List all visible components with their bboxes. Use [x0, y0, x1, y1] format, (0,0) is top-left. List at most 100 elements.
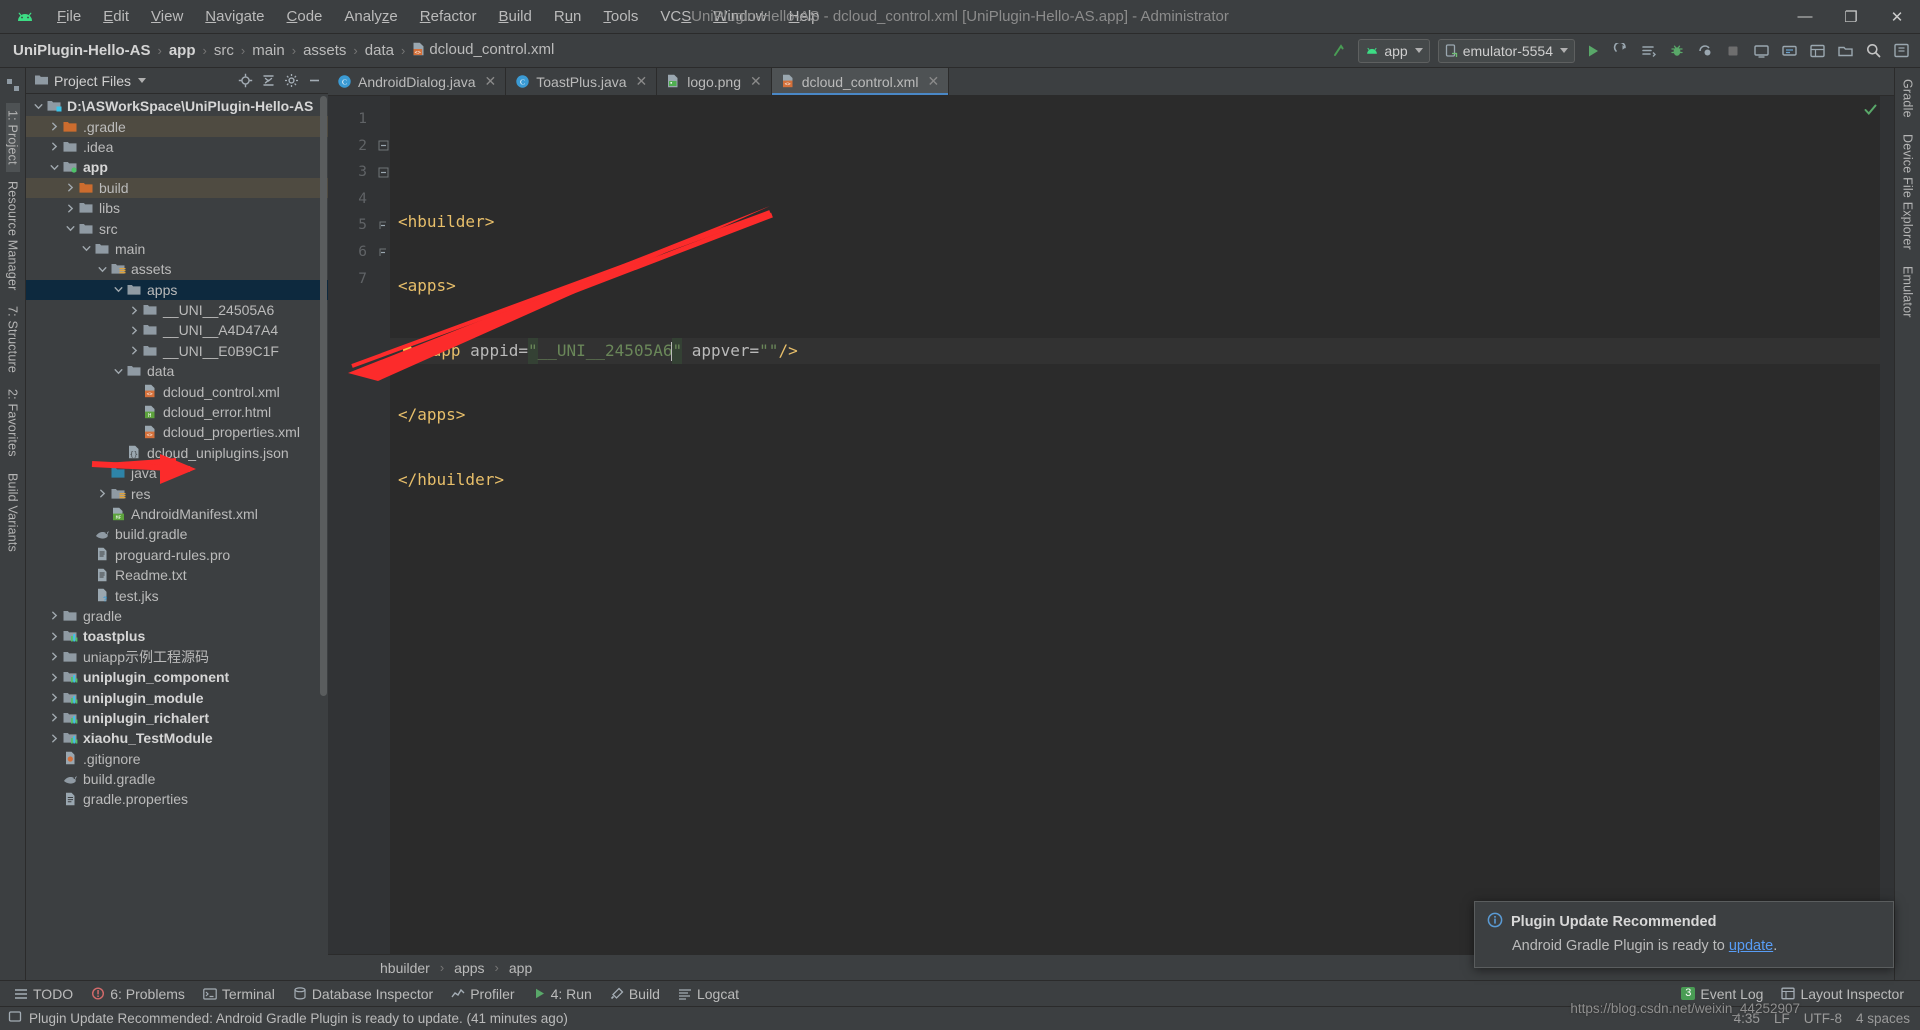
code-content[interactable]: <hbuilder> <apps> <app appid= " __UNI__245…: [390, 96, 1894, 954]
tree-node-proguard-rules-pro[interactable]: proguard-rules.pro: [26, 545, 328, 565]
tree-node-libs[interactable]: libs: [26, 198, 328, 218]
line-number-5[interactable]: 5: [328, 212, 376, 239]
error-stripe-marker[interactable]: [1880, 96, 1894, 954]
chevron-down-icon[interactable]: [96, 265, 109, 274]
line-number-7[interactable]: 7: [328, 266, 376, 293]
tool-window-4--run[interactable]: 4: Run: [525, 983, 600, 1005]
tool-window-logcat[interactable]: Logcat: [670, 983, 747, 1005]
tree-node-androidmanifest-xml[interactable]: MF AndroidManifest.xml: [26, 504, 328, 524]
chevron-down-icon[interactable]: [80, 244, 93, 253]
close-icon[interactable]: ✕: [927, 73, 939, 90]
file-encoding[interactable]: UTF-8: [1804, 1011, 1842, 1026]
make-project-icon[interactable]: [1327, 38, 1353, 64]
tree-node---uni--24505a6[interactable]: __UNI__24505A6: [26, 300, 328, 320]
breadcrumb-item-dcloud-control-xml[interactable]: <> dcloud_control.xml: [409, 39, 557, 62]
chevron-down-icon[interactable]: [112, 367, 125, 376]
chevron-right-icon[interactable]: [128, 326, 141, 335]
attach-debugger-icon[interactable]: [1692, 38, 1718, 64]
tree-node-toastplus[interactable]: toastplus: [26, 626, 328, 646]
chevron-down-icon[interactable]: [138, 78, 147, 83]
tree-node-uniplugin-module[interactable]: uniplugin_module: [26, 687, 328, 707]
breadcrumb-item-uniplugin-hello-as[interactable]: UniPlugin-Hello-AS: [10, 40, 154, 61]
fold-toggle-icon[interactable]: [376, 133, 390, 160]
chevron-right-icon[interactable]: [128, 306, 141, 315]
tree-node-src[interactable]: src: [26, 218, 328, 238]
chevron-down-icon[interactable]: [32, 102, 45, 111]
chevron-right-icon[interactable]: [48, 122, 61, 131]
tree-node-readme-txt[interactable]: Readme.txt: [26, 565, 328, 585]
rail-button-device-file-explorer[interactable]: Device File Explorer: [1901, 127, 1915, 257]
chevron-right-icon[interactable]: [48, 713, 61, 722]
tool-window-database-inspector[interactable]: Database Inspector: [285, 983, 441, 1005]
chevron-right-icon[interactable]: [96, 489, 109, 498]
tree-node-data[interactable]: data: [26, 361, 328, 381]
hide-panel-icon[interactable]: [304, 71, 324, 91]
debug-icon[interactable]: [1664, 38, 1690, 64]
run-icon[interactable]: [1580, 38, 1606, 64]
line-number-3[interactable]: 3: [328, 159, 376, 186]
close-icon[interactable]: ✕: [750, 73, 762, 90]
chevron-right-icon[interactable]: [48, 611, 61, 620]
menu-item-code[interactable]: Code: [276, 4, 334, 29]
menu-item-vcs[interactable]: VCS: [649, 4, 702, 29]
tree-node-gradle[interactable]: gradle: [26, 606, 328, 626]
tree-node-uniapp示例工程源码[interactable]: uniapp示例工程源码: [26, 647, 328, 667]
tree-node-res[interactable]: res: [26, 483, 328, 503]
chevron-right-icon[interactable]: [48, 142, 61, 151]
editor-breadcrumb-hbuilder[interactable]: hbuilder: [376, 959, 434, 977]
indent-setting[interactable]: 4 spaces: [1856, 1011, 1910, 1026]
rail-button-gradle[interactable]: Gradle: [1901, 72, 1915, 125]
line-number-4[interactable]: 4: [328, 186, 376, 213]
collapse-all-icon[interactable]: [258, 71, 278, 91]
sdk-manager-icon[interactable]: [1776, 38, 1802, 64]
notification-popup[interactable]: Plugin Update Recommended Android Gradle…: [1474, 901, 1894, 968]
code-folding-gutter[interactable]: [376, 96, 390, 954]
tree-node-dcloud-control-xml[interactable]: <> dcloud_control.xml: [26, 381, 328, 401]
project-structure-icon[interactable]: [6, 72, 20, 101]
breadcrumb-item-main[interactable]: main: [249, 40, 288, 61]
menu-item-build[interactable]: Build: [487, 4, 542, 29]
fold-toggle-icon[interactable]: [376, 159, 390, 186]
close-icon[interactable]: ✕: [636, 73, 648, 90]
tree-node---uni--e0b9c1f[interactable]: __UNI__E0B9C1F: [26, 341, 328, 361]
chevron-right-icon[interactable]: [48, 734, 61, 743]
intention-bulb-icon[interactable]: [398, 343, 416, 359]
tree-node-uniplugin-richalert[interactable]: uniplugin_richalert: [26, 708, 328, 728]
line-number-6[interactable]: 6: [328, 239, 376, 266]
menu-item-analyze[interactable]: Analyze: [333, 4, 408, 29]
code-editor[interactable]: 1234567 <hbuilder> <apps> <app appid= " __…: [328, 96, 1894, 954]
tree-node-dcloud-error-html[interactable]: Hdcloud_error.html: [26, 402, 328, 422]
breadcrumb-item-app[interactable]: app: [166, 40, 199, 61]
menu-item-file[interactable]: File: [46, 4, 92, 29]
maximize-button[interactable]: ❐: [1828, 0, 1874, 34]
fold-toggle-icon[interactable]: [376, 212, 390, 239]
device-file-explorer-icon[interactable]: [1832, 38, 1858, 64]
editor-tab-androiddialog-java[interactable]: C AndroidDialog.java ✕: [328, 68, 507, 95]
editor-breadcrumb-app[interactable]: app: [505, 959, 536, 977]
chevron-right-icon[interactable]: [64, 204, 77, 213]
tree-node--gitignore[interactable]: .gitignore: [26, 749, 328, 769]
run-configuration-selector[interactable]: app: [1358, 38, 1430, 63]
menu-item-tools[interactable]: Tools: [592, 4, 649, 29]
minimize-button[interactable]: —: [1782, 0, 1828, 34]
breadcrumb-item-assets[interactable]: assets: [300, 40, 349, 61]
settings-gear-icon[interactable]: [1888, 38, 1914, 64]
rail-button-1--project[interactable]: 1: Project: [5, 103, 20, 172]
tree-node-build-gradle[interactable]: build.gradle: [26, 524, 328, 544]
tree-node--idea[interactable]: .idea: [26, 137, 328, 157]
tree-node-dcloud-uniplugins-json[interactable]: {} dcloud_uniplugins.json: [26, 443, 328, 463]
locate-icon[interactable]: [235, 71, 255, 91]
apply-changes-icon[interactable]: [1608, 38, 1634, 64]
chevron-down-icon[interactable]: [64, 224, 77, 233]
tree-node-build[interactable]: build: [26, 177, 328, 198]
apply-code-changes-icon[interactable]: [1636, 38, 1662, 64]
tree-node-dcloud-properties-xml[interactable]: <> dcloud_properties.xml: [26, 422, 328, 442]
tree-node---uni--a4d47a4[interactable]: __UNI__A4D47A4: [26, 320, 328, 340]
fold-toggle-icon[interactable]: [376, 239, 390, 266]
avd-manager-icon[interactable]: [1748, 38, 1774, 64]
tool-window-todo[interactable]: TODO: [6, 983, 81, 1005]
notification-update-link[interactable]: update: [1729, 938, 1773, 954]
tool-window-terminal[interactable]: Terminal: [195, 983, 283, 1005]
settings-gear-icon[interactable]: [281, 71, 301, 91]
menu-item-refactor[interactable]: Refactor: [409, 4, 488, 29]
